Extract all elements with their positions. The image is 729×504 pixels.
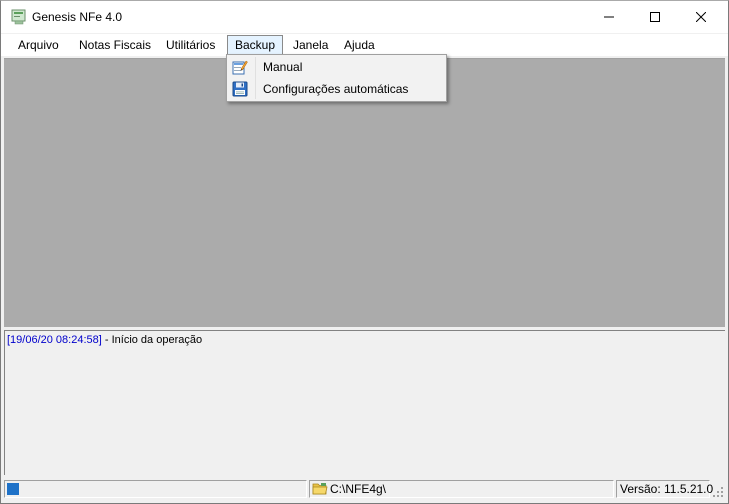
- title-bar[interactable]: Genesis NFe 4.0: [1, 1, 728, 33]
- close-button[interactable]: [678, 1, 724, 33]
- log-entry: [19/06/20 08:24:58] - Início da operação: [7, 334, 202, 346]
- resize-grip-icon[interactable]: [712, 486, 724, 498]
- menu-item-configuracoes-automaticas[interactable]: Configurações automáticas: [228, 78, 445, 100]
- menu-backup[interactable]: Backup: [227, 35, 284, 55]
- status-indicator: [7, 483, 19, 495]
- folder-icon: [312, 483, 328, 495]
- menu-notas-fiscais[interactable]: Notas Fiscais: [72, 35, 158, 55]
- minimize-icon: [604, 16, 614, 18]
- backup-dropdown-menu: Manual Configurações automáticas: [226, 54, 447, 102]
- status-panel-path: C:\NFE4g\: [309, 480, 614, 498]
- log-message: - Início da operação: [101, 334, 203, 346]
- status-version: Versão: 11.5.21.0: [620, 482, 714, 496]
- log-timestamp: [19/06/20 08:24:58]: [7, 334, 102, 346]
- status-panel-version: Versão: 11.5.21.0: [616, 480, 714, 498]
- menu-item-configuracoes-label: Configurações automáticas: [263, 82, 409, 96]
- close-icon: [696, 12, 706, 22]
- menu-item-manual-label: Manual: [263, 60, 303, 74]
- menu-janela[interactable]: Janela: [286, 35, 335, 55]
- app-icon: [11, 9, 26, 25]
- status-bar: C:\NFE4g\ Versão: 11.5.21.0: [1, 478, 728, 500]
- log-panel[interactable]: [19/06/20 08:24:58] - Início da operação: [4, 330, 725, 475]
- menu-ajuda[interactable]: Ajuda: [337, 35, 382, 55]
- minimize-button[interactable]: [586, 1, 632, 33]
- edit-document-icon: [232, 60, 248, 75]
- app-window: Genesis NFe 4.0 Arquivo Notas Fiscais Ut…: [0, 0, 729, 504]
- maximize-icon: [650, 12, 660, 22]
- menu-item-manual[interactable]: Manual: [228, 56, 445, 78]
- status-path: C:\NFE4g\: [330, 482, 387, 496]
- menu-bar: Arquivo Notas Fiscais Utilitários Backup…: [1, 34, 728, 56]
- menu-utilitarios[interactable]: Utilitários: [159, 35, 222, 55]
- floppy-disk-icon: [232, 81, 248, 97]
- menu-arquivo[interactable]: Arquivo: [11, 35, 66, 55]
- window-title: Genesis NFe 4.0: [32, 10, 123, 24]
- status-panel-progress: [4, 480, 307, 498]
- maximize-button[interactable]: [632, 1, 678, 33]
